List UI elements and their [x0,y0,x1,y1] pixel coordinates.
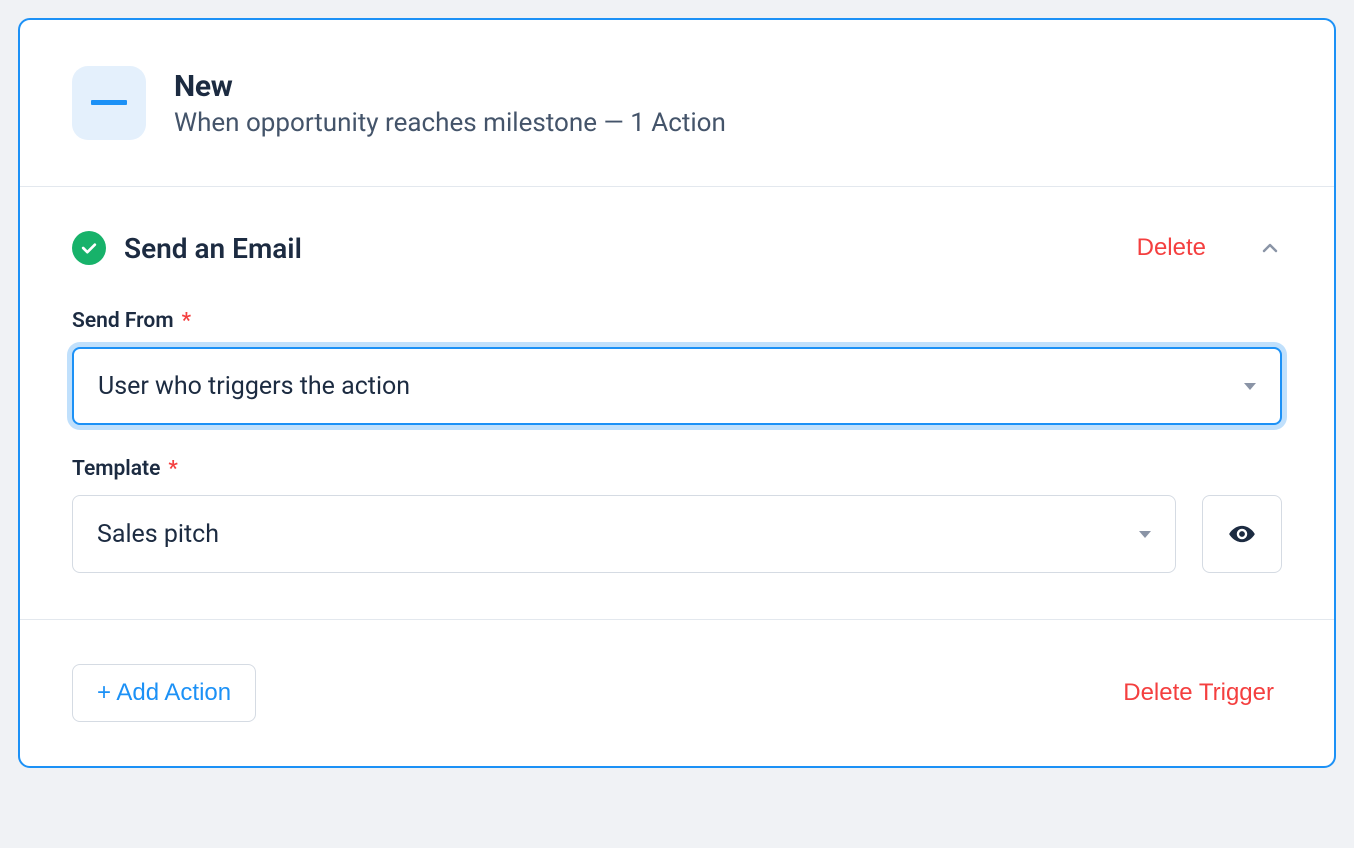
action-title: Send an Email [124,232,1119,265]
trigger-title: New [174,69,726,104]
chevron-up-icon [1258,236,1282,260]
delete-action-button[interactable]: Delete [1137,234,1206,262]
delete-trigger-button[interactable]: Delete Trigger [1123,679,1274,707]
required-marker: * [182,309,191,333]
template-field: Template * Sales pitch [72,457,1282,573]
action-header: Send an Email Delete [72,231,1282,265]
caret-down-icon [1244,383,1256,390]
eye-icon [1228,520,1256,548]
caret-down-icon [1139,531,1151,538]
template-select[interactable]: Sales pitch [72,495,1176,573]
send-from-value: User who triggers the action [98,372,410,401]
send-from-label: Send From * [72,309,191,333]
trigger-card: New When opportunity reaches milestone —… [18,18,1336,768]
send-from-field: Send From * User who triggers the action [72,309,1282,425]
preview-template-button[interactable] [1202,495,1282,573]
template-value: Sales pitch [97,520,219,549]
template-label: Template * [72,457,178,481]
trigger-subtitle: When opportunity reaches milestone — 1 A… [174,108,726,138]
collapse-toggle[interactable] [1258,236,1282,260]
check-circle-icon [72,231,106,265]
add-action-button[interactable]: + Add Action [72,664,256,722]
send-from-select[interactable]: User who triggers the action [72,347,1282,425]
card-footer: + Add Action Delete Trigger [20,620,1334,766]
action-section: Send an Email Delete Send From * User wh… [20,187,1334,620]
milestone-icon [72,66,146,140]
card-header: New When opportunity reaches milestone —… [20,20,1334,186]
required-marker: * [168,457,177,481]
